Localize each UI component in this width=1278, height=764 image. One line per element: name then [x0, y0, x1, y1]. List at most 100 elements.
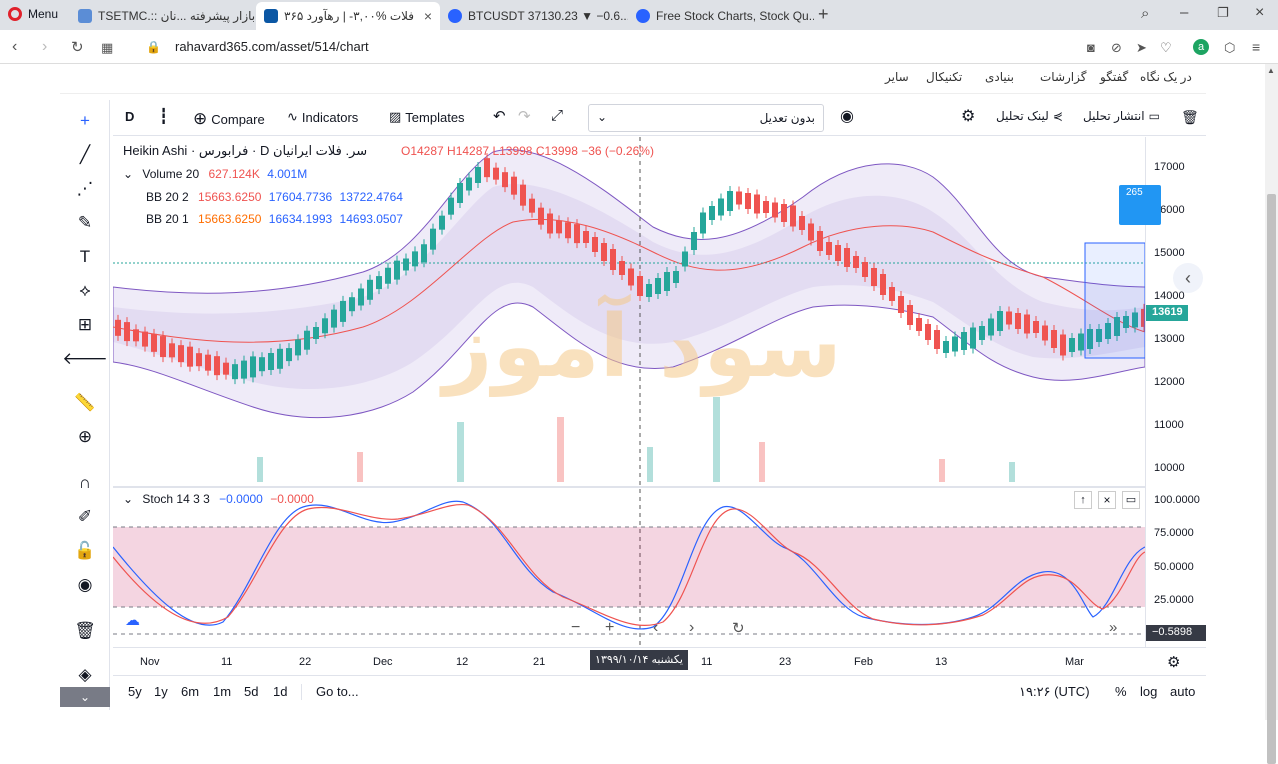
fullscreen-icon[interactable]: ⤢	[551, 107, 563, 124]
text-icon[interactable]: T	[74, 246, 96, 268]
trendline-icon[interactable]: ╱	[74, 144, 96, 166]
window-close-icon[interactable]: ×	[1255, 4, 1264, 22]
magnet-icon[interactable]: ∩	[74, 472, 96, 494]
highlight-box	[1084, 242, 1145, 359]
tab-tsetmc[interactable]: TSETMC.:: بازار پیشرفته ...نان ×	[70, 2, 256, 30]
collapse-toolbar-button[interactable]: ⌄	[60, 687, 110, 707]
candle	[394, 260, 400, 280]
move-up-icon[interactable]: ↑	[1074, 491, 1092, 509]
clock-label[interactable]: ۱۹:۲۶ (UTC)	[1019, 684, 1090, 700]
opera-menu-button[interactable]: Menu	[8, 7, 58, 21]
price-axis[interactable]: 17000 16000 15000 14000 13000 12000 1100…	[1119, 137, 1206, 647]
scroll-up-icon[interactable]: ▲	[1267, 66, 1275, 75]
stoch-tick: 75.0000	[1154, 527, 1194, 539]
time-axis[interactable]: Nov 11 22 Dec 12 21 11 23 Feb 13 Mar یکش…	[113, 647, 1206, 675]
log-toggle[interactable]: log	[1140, 684, 1157, 699]
nav-fundamental[interactable]: بنیادی	[985, 70, 1014, 84]
range-6m-button[interactable]: 6m	[181, 684, 199, 699]
scroll-left-icon[interactable]: ‹	[653, 619, 658, 637]
nav-technical[interactable]: تکنیکال	[926, 70, 962, 84]
range-5y-button[interactable]: 5y	[128, 684, 142, 699]
tab-btcusdt[interactable]: BTCUSDT 37130.23 ▼ −0.6... ×	[440, 2, 628, 30]
reload-icon[interactable]: ↻	[71, 38, 84, 56]
compare-button[interactable]: ⊕ Compare	[193, 109, 265, 129]
eye-icon[interactable]: ◉	[74, 574, 96, 596]
box-icon[interactable]: ⬡	[1224, 40, 1235, 56]
time-tick: 23	[779, 656, 792, 668]
arrow-left-icon[interactable]: 🡐	[62, 348, 108, 370]
pattern-icon[interactable]: ⟡	[74, 280, 96, 302]
fib-icon[interactable]: ⋰	[74, 178, 96, 200]
tab-rahavard[interactable]: فلات %۳,۰۰- | رهآورد ۳۶۵ ×	[256, 2, 440, 30]
brush-icon[interactable]: ✎	[74, 212, 96, 234]
scrollbar-thumb[interactable]	[1267, 194, 1276, 764]
templates-button[interactable]: ▨ Templates	[389, 109, 465, 125]
indicators-label: Indicators	[301, 109, 359, 125]
chevron-down-icon[interactable]: ⌄	[123, 167, 133, 181]
scroll-right-icon[interactable]: ›	[689, 619, 694, 637]
candle	[592, 237, 598, 252]
trash-icon[interactable]: 🗑	[74, 620, 96, 642]
reset-icon[interactable]: ↻	[732, 619, 745, 637]
percent-toggle[interactable]: %	[1115, 684, 1127, 699]
chevron-down-icon[interactable]: ⌄	[123, 492, 133, 506]
url-field[interactable]: rahavard365.com/asset/514/chart	[175, 39, 369, 54]
camera-icon[interactable]: ◙	[1087, 40, 1095, 55]
range-5d-button[interactable]: 5d	[244, 684, 258, 699]
extension-icon[interactable]: a	[1193, 39, 1209, 55]
restore-icon[interactable]: ❐	[1217, 5, 1229, 21]
minimize-icon[interactable]: –	[1180, 4, 1188, 21]
indicators-button[interactable]: ∿ Indicators	[287, 109, 358, 125]
auto-toggle[interactable]: auto	[1170, 684, 1195, 699]
nav-reports[interactable]: گزارشات	[1040, 70, 1086, 84]
link-analysis-button[interactable]: لینک تحلیل ⋞	[996, 109, 1063, 123]
trash-icon[interactable]: 🗑	[1181, 109, 1199, 126]
zoom-in-icon[interactable]: ⊕	[74, 426, 96, 448]
close-pane-icon[interactable]: ×	[1098, 491, 1116, 509]
prediction-icon[interactable]: ⊞	[74, 314, 96, 336]
divider	[301, 684, 302, 700]
range-1y-button[interactable]: 1y	[154, 684, 168, 699]
publish-analysis-button[interactable]: انتشار تحلیل ▭	[1083, 109, 1160, 123]
back-icon[interactable]: ‹	[12, 38, 17, 56]
heart-icon[interactable]: ♡	[1160, 40, 1172, 56]
scroll-to-end-icon[interactable]: »	[1109, 619, 1117, 636]
stay-drawing-icon[interactable]: ✐	[74, 506, 96, 528]
new-tab-icon[interactable]: +	[818, 4, 829, 25]
nav-overview[interactable]: در یک نگاه	[1140, 70, 1192, 84]
range-1m-button[interactable]: 1m	[213, 684, 231, 699]
settings-icon[interactable]: ⚙	[961, 106, 975, 126]
zoom-out-icon[interactable]: −	[571, 619, 580, 637]
eye-icon[interactable]: ◉	[840, 106, 854, 126]
lock-icon[interactable]: 🔓	[74, 540, 96, 562]
nav-chat[interactable]: گفتگو	[1100, 70, 1128, 84]
easy-setup-icon[interactable]: ≡	[1252, 39, 1260, 55]
forward-icon[interactable]: ›	[42, 38, 47, 56]
search-tabs-icon[interactable]: ⌕	[1141, 5, 1149, 22]
bottom-toolbar: 5y 1y 6m 1m 5d 1d Go to... ۱۹:۲۶ (UTC) %…	[113, 675, 1206, 707]
settings-icon[interactable]: ⚙	[1167, 653, 1180, 671]
speed-dial-icon[interactable]: ▦	[101, 40, 113, 56]
redo-icon[interactable]: ↷	[518, 107, 531, 125]
goto-button[interactable]: Go to...	[316, 684, 359, 699]
send-icon[interactable]: ➤	[1136, 40, 1147, 56]
layers-icon[interactable]: ◈	[74, 664, 96, 686]
maximize-pane-icon[interactable]: ▭	[1122, 491, 1140, 509]
crosshair-icon[interactable]: +	[74, 110, 96, 132]
adjust-select[interactable]: ⌄ بدون تعدیل	[588, 104, 824, 132]
candle-style-icon[interactable]: ┇	[159, 107, 168, 125]
adblock-icon[interactable]: ⊘	[1111, 40, 1122, 56]
tab-free-stock-charts[interactable]: Free Stock Charts, Stock Qu... ×	[628, 2, 814, 30]
page-scrollbar[interactable]: ▲	[1265, 64, 1278, 764]
close-icon[interactable]: ×	[418, 8, 432, 24]
alert-badge[interactable]: 265	[1119, 185, 1161, 225]
ruler-icon[interactable]: 📏	[74, 392, 96, 414]
nav-other[interactable]: سایر	[885, 70, 909, 84]
chart-area[interactable]: Heikin Ashi · فرابورس · D سر. فلات ایران…	[113, 137, 1203, 647]
range-1d-button[interactable]: 1d	[273, 684, 287, 699]
zoom-in-icon[interactable]: +	[605, 619, 614, 637]
last-price-badge: 13619	[1146, 305, 1188, 321]
interval-button[interactable]: D	[125, 109, 134, 124]
time-tick: Feb	[854, 656, 873, 668]
undo-icon[interactable]: ↶	[493, 107, 506, 125]
